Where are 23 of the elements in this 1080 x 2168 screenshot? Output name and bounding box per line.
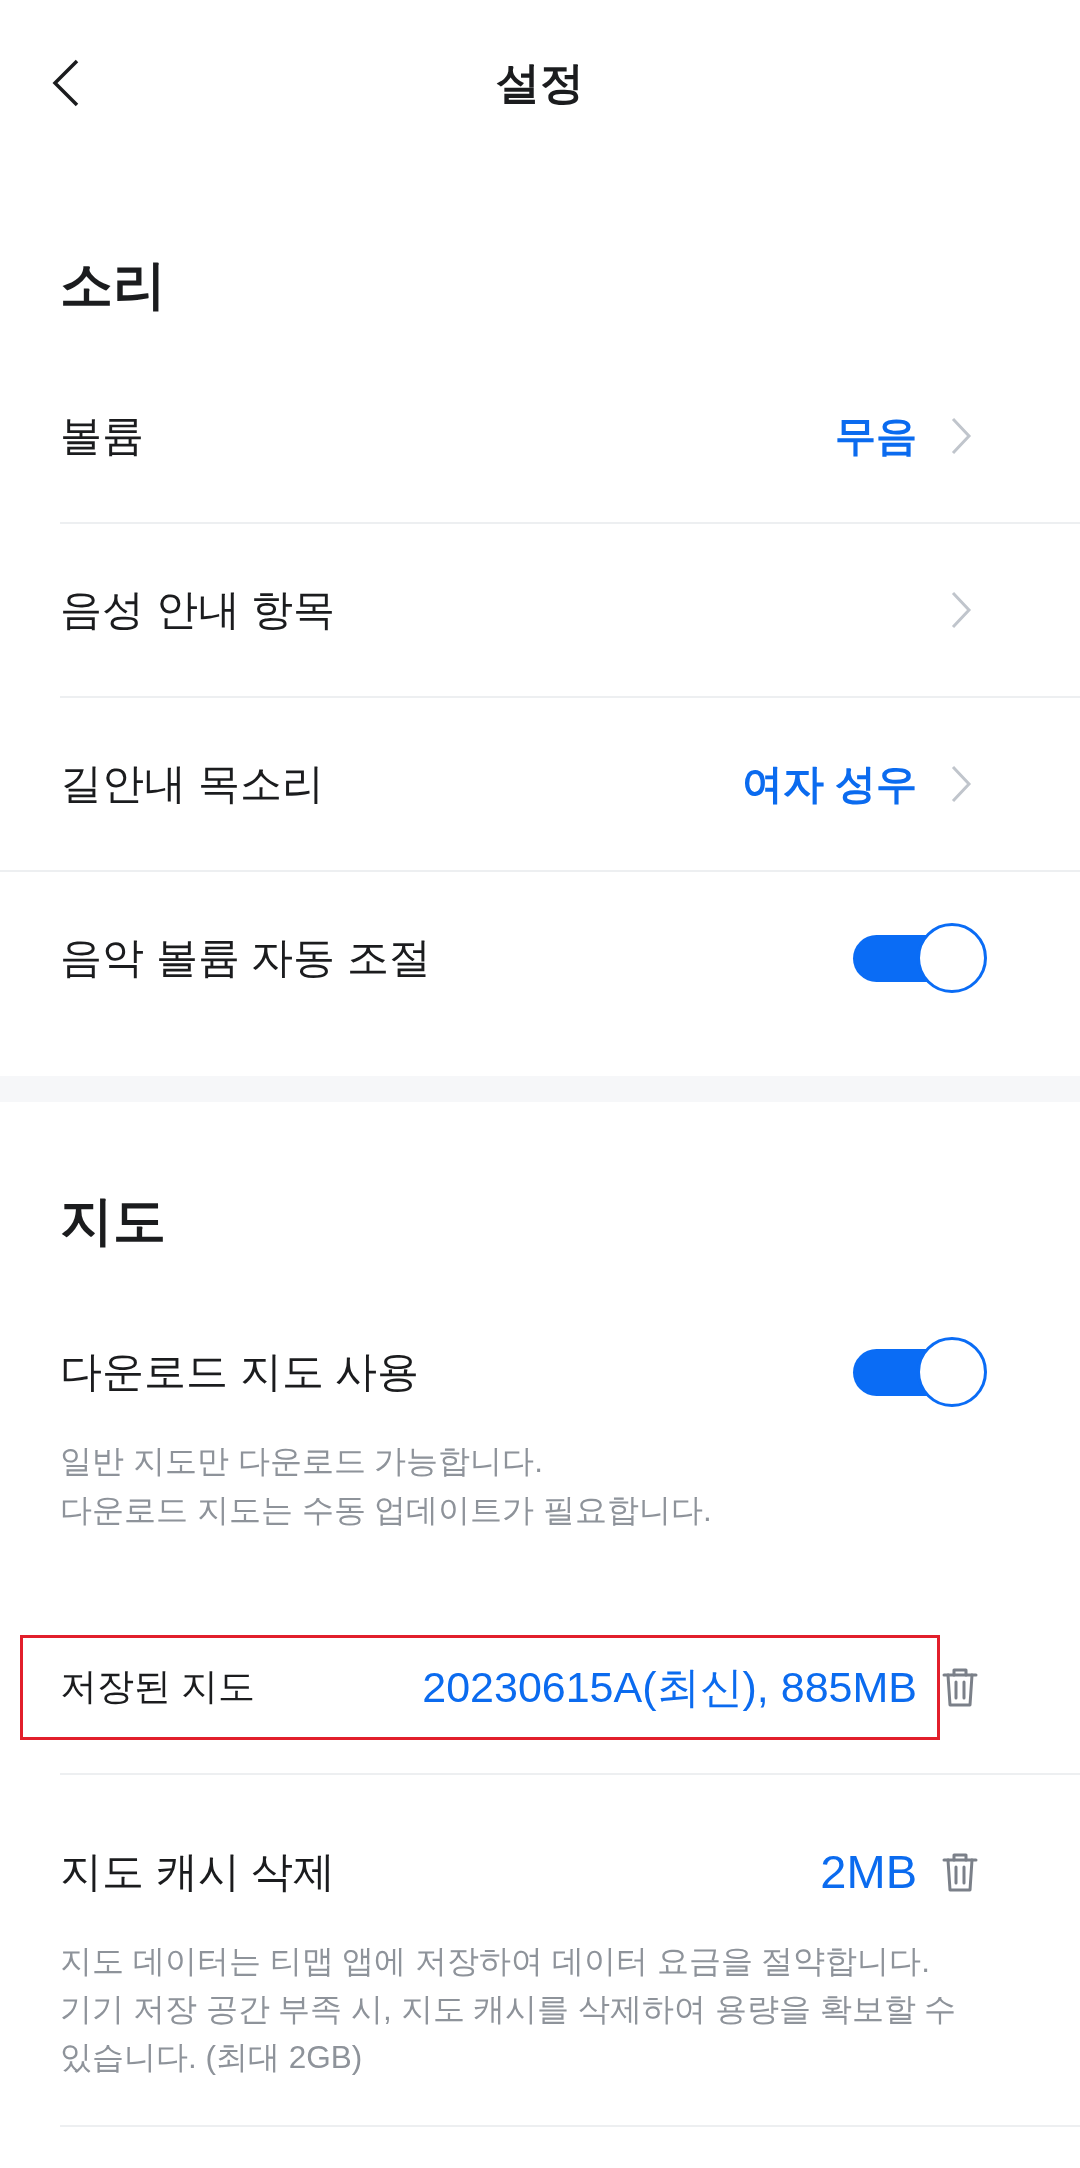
description-text: 기기 저장 공간 부족 시, 지도 캐시를 삭제하여 용량을 확보할 수 있습니다. (최대 2GB) bbox=[60, 1990, 958, 2077]
setting-label: 다운로드 지도 사용 bbox=[60, 1347, 420, 1397]
setting-label: 음성 안내 항목 bbox=[60, 585, 336, 635]
setting-value: 무음 bbox=[835, 412, 917, 461]
back-icon[interactable] bbox=[52, 59, 79, 107]
section-heading: 지도 bbox=[60, 1190, 166, 1252]
description-text: 지도 데이터는 티맵 앱에 저장하여 데이터 요금을 절약합니다. bbox=[60, 1942, 931, 1981]
trash-icon[interactable] bbox=[941, 1666, 979, 1708]
setting-label: 볼륨 bbox=[60, 411, 144, 461]
setting-label: 저장된 지도 bbox=[60, 1665, 256, 1709]
setting-label: 길안내 목소리 bbox=[60, 759, 324, 809]
section-heading: 소리 bbox=[60, 254, 166, 316]
description-text: 일반 지도만 다운로드 가능합니다. bbox=[60, 1442, 544, 1481]
setting-label: 지도 캐시 삭제 bbox=[60, 1847, 336, 1897]
setting-label: 음악 볼륨 자동 조절 bbox=[60, 933, 431, 983]
setting-value: 20230615A(최신), 885MB bbox=[422, 1662, 917, 1713]
toggle-switch[interactable] bbox=[853, 923, 987, 993]
description-text: 다운로드 지도는 수동 업데이트가 필요합니다. bbox=[60, 1491, 713, 1530]
setting-value: 2MB bbox=[820, 1845, 917, 1899]
setting-value: 여자 성우 bbox=[741, 760, 917, 809]
page-title: 설정 bbox=[496, 57, 584, 109]
trash-icon[interactable] bbox=[941, 1851, 979, 1893]
toggle-switch[interactable] bbox=[853, 1337, 987, 1407]
